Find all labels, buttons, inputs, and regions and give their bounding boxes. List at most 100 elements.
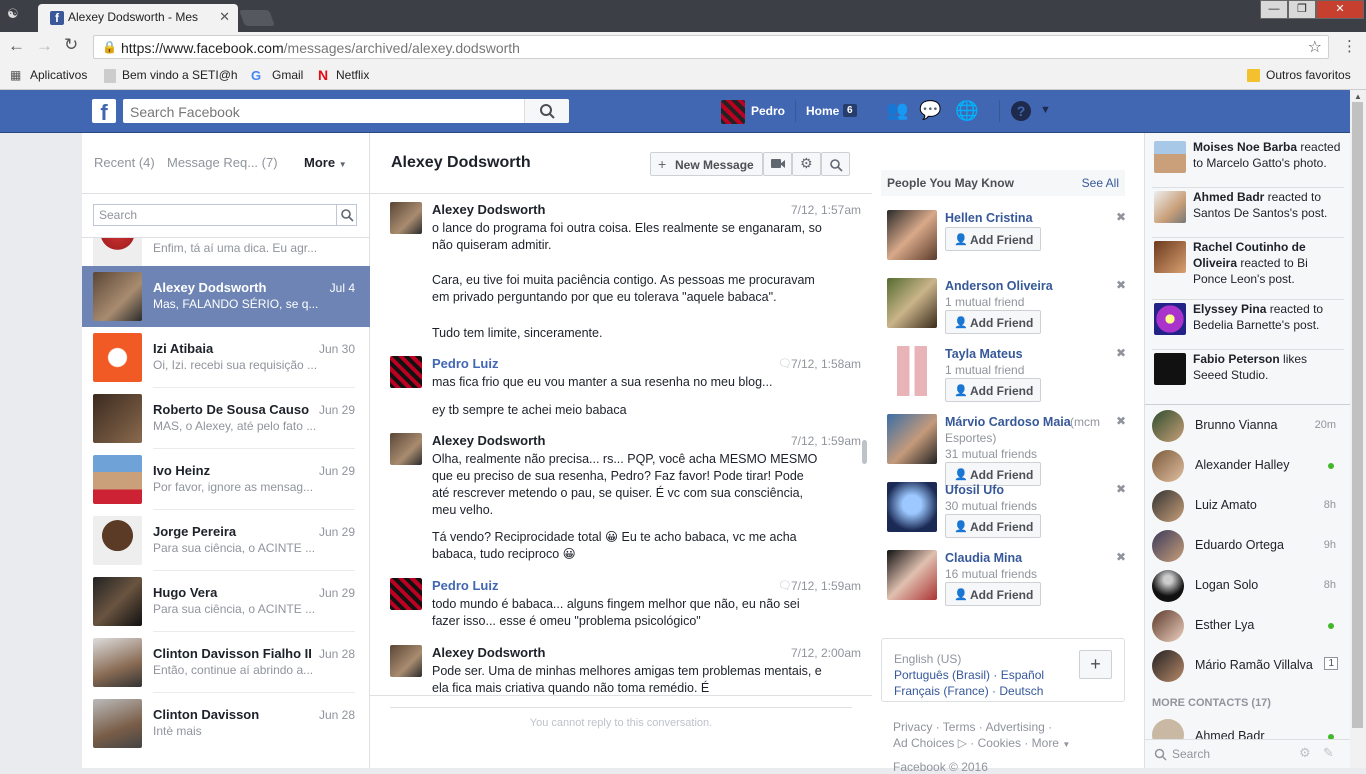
- forward-icon[interactable]: →: [36, 36, 53, 56]
- avatar[interactable]: [390, 433, 422, 465]
- pymk-name[interactable]: Márvio Cardoso Maia: [945, 415, 1071, 429]
- message-sender[interactable]: Pedro Luiz: [432, 356, 498, 371]
- help-icon[interactable]: ?: [1011, 101, 1031, 121]
- ticker-item[interactable]: Moises Noe Barba reacted to Marcelo Gatt…: [1152, 139, 1344, 188]
- reload-icon[interactable]: ↻: [64, 35, 78, 55]
- ticker-item[interactable]: Fabio Peterson likes Seeed Studio.: [1152, 351, 1344, 397]
- conversation-row[interactable]: Roberto De Sousa Causo Jun 29 MAS, o Alexe…: [82, 388, 370, 449]
- see-all-link[interactable]: See All: [1082, 176, 1119, 190]
- avatar[interactable]: [887, 414, 937, 464]
- conversation-row[interactable]: Hugo Vera Jun 29 Para sua ciência, o ACINT…: [82, 571, 370, 632]
- friend-requests-icon[interactable]: 👥: [886, 100, 908, 121]
- pymk-name[interactable]: Tayla Mateus: [945, 347, 1023, 361]
- conversation-row[interactable]: Clinton Davisson Fialho II Jun 28 Então, c…: [82, 632, 370, 693]
- ticker-item[interactable]: Ahmed Badr reacted to Santos De Santos's…: [1152, 189, 1344, 238]
- add-friend-button[interactable]: 👤 Add Friend: [945, 514, 1041, 538]
- avatar[interactable]: [390, 356, 422, 388]
- chat-contact[interactable]: Luiz Amato 8h: [1152, 488, 1342, 524]
- compose-icon[interactable]: ✎: [1323, 745, 1334, 761]
- conversation-row[interactable]: Ivo Heinz Jun 29 Por favor, ignore as mens…: [82, 449, 370, 510]
- bookmark-seti[interactable]: Bem vindo a SETI@ho: [122, 68, 238, 82]
- pymk-name[interactable]: Claudia Mina: [945, 551, 1022, 565]
- back-icon[interactable]: ←: [8, 36, 25, 56]
- add-language-button[interactable]: +: [1079, 650, 1112, 679]
- avatar[interactable]: [887, 278, 937, 328]
- facebook-logo-icon[interactable]: f: [92, 99, 116, 125]
- dismiss-icon[interactable]: ✖: [1116, 550, 1126, 564]
- language-links[interactable]: Français (France) · Deutsch: [894, 684, 1043, 698]
- scroll-up-icon[interactable]: ▲: [1354, 92, 1362, 101]
- chat-contact[interactable]: Alexander Halley: [1152, 448, 1342, 484]
- chat-contact[interactable]: Brunno Vianna 20m: [1152, 408, 1342, 444]
- conversation-search-input[interactable]: Search: [93, 204, 357, 226]
- close-window-button[interactable]: ✕: [1316, 0, 1364, 19]
- pymk-name[interactable]: Ufosil Ufo: [945, 483, 1004, 497]
- add-friend-button[interactable]: 👤 Add Friend: [945, 582, 1041, 606]
- bookmark-other[interactable]: Outros favoritos: [1266, 68, 1351, 82]
- avatar[interactable]: [887, 550, 937, 600]
- conversation-row[interactable]: Clinton Davisson Jun 28 Intè mais: [82, 693, 370, 754]
- pymk-name[interactable]: Hellen Cristina: [945, 211, 1033, 225]
- search-icon[interactable]: [340, 208, 354, 222]
- gear-icon[interactable]: ⚙: [1299, 745, 1311, 761]
- chat-contact[interactable]: Mário Ramão Villalva 1: [1152, 648, 1342, 684]
- tab-recent[interactable]: Recent (4): [94, 155, 155, 170]
- chat-contact[interactable]: Esther Lya: [1152, 608, 1342, 644]
- minimize-button[interactable]: —: [1260, 0, 1288, 19]
- settings-button[interactable]: ⚙: [792, 152, 821, 176]
- notifications-globe-icon[interactable]: 🌐: [955, 99, 979, 123]
- conversation-row[interactable]: Izi Atibaia Jun 30 Oi, Izi. recebi sua req…: [82, 327, 370, 388]
- bookmark-apps[interactable]: Aplicativos: [30, 68, 87, 82]
- page-scrollbar[interactable]: ▲: [1350, 90, 1366, 768]
- chat-contact[interactable]: Eduardo Ortega 9h: [1152, 528, 1342, 564]
- language-links[interactable]: Português (Brasil) · Español: [894, 668, 1044, 682]
- tab-message-requests[interactable]: Message Req... (7): [167, 155, 278, 170]
- conversation-row[interactable]: Jorge Pereira Jun 29 Para sua ciência, o A…: [82, 510, 370, 571]
- thread-scrollbar-thumb[interactable]: [862, 440, 867, 464]
- more-dropdown[interactable]: More ▼: [304, 155, 347, 170]
- video-call-button[interactable]: [763, 152, 792, 176]
- ticker-item[interactable]: Rachel Coutinho de Oliveira reacted to B…: [1152, 239, 1344, 300]
- pymk-name[interactable]: Anderson Oliveira: [945, 279, 1053, 293]
- bookmark-star-icon[interactable]: ☆: [1308, 37, 1322, 57]
- avatar[interactable]: [390, 202, 422, 234]
- dismiss-icon[interactable]: ✖: [1116, 414, 1126, 428]
- bookmark-gmail[interactable]: Gmail: [272, 68, 303, 82]
- contact-partial[interactable]: Ahmed Badr: [1152, 717, 1342, 741]
- message-sender[interactable]: Pedro Luiz: [432, 578, 498, 593]
- add-friend-button[interactable]: 👤 Add Friend: [945, 378, 1041, 402]
- new-message-button[interactable]: + New Message: [650, 152, 763, 176]
- dismiss-icon[interactable]: ✖: [1116, 210, 1126, 224]
- chat-search-bar[interactable]: Search ⚙ ✎: [1145, 739, 1351, 768]
- profile-avatar[interactable]: [721, 100, 745, 124]
- add-friend-button[interactable]: 👤 Add Friend: [945, 310, 1041, 334]
- avatar[interactable]: [887, 210, 937, 260]
- profile-name-link[interactable]: Pedro: [751, 104, 785, 118]
- account-menu-chevron-icon[interactable]: ▼: [1040, 104, 1051, 116]
- footer-links[interactable]: Privacy · Terms · Advertising ·: [893, 720, 1052, 734]
- avatar[interactable]: [390, 578, 422, 610]
- conversation-row[interactable]: Alexey Dodsworth Jul 4 Mas, FALANDO SÉRIO,…: [82, 266, 370, 327]
- home-link[interactable]: Home: [806, 104, 839, 118]
- dismiss-icon[interactable]: ✖: [1116, 346, 1126, 360]
- ticker-item[interactable]: Elyssey Pina reacted to Bedelia Barnette…: [1152, 301, 1344, 350]
- avatar[interactable]: [390, 645, 422, 677]
- search-button[interactable]: [524, 99, 569, 123]
- ad-choices-link[interactable]: Ad Choices: [893, 736, 954, 750]
- page-scrollbar-thumb[interactable]: [1352, 102, 1363, 728]
- avatar[interactable]: [887, 482, 937, 532]
- list-item-partial[interactable]: Enfim, tá aí uma dica. Eu agr...: [82, 238, 370, 266]
- chat-contact[interactable]: Logan Solo 8h: [1152, 568, 1342, 604]
- dismiss-icon[interactable]: ✖: [1116, 482, 1126, 496]
- cookies-more-links[interactable]: · Cookies · More: [970, 736, 1059, 750]
- address-bar[interactable]: 🔒 https://www.facebook.com/messages/arch…: [93, 35, 1329, 59]
- add-friend-button[interactable]: 👤 Add Friend: [945, 227, 1041, 251]
- menu-icon[interactable]: ⋮: [1342, 37, 1357, 55]
- maximize-button[interactable]: ❐: [1288, 0, 1316, 19]
- search-thread-button[interactable]: [821, 152, 850, 176]
- bookmark-netflix[interactable]: Netflix: [336, 68, 369, 82]
- browser-tab[interactable]: f Alexey Dodsworth - Mes ✕: [38, 4, 238, 32]
- avatar[interactable]: [887, 346, 937, 396]
- dismiss-icon[interactable]: ✖: [1116, 278, 1126, 292]
- close-tab-icon[interactable]: ✕: [219, 9, 230, 25]
